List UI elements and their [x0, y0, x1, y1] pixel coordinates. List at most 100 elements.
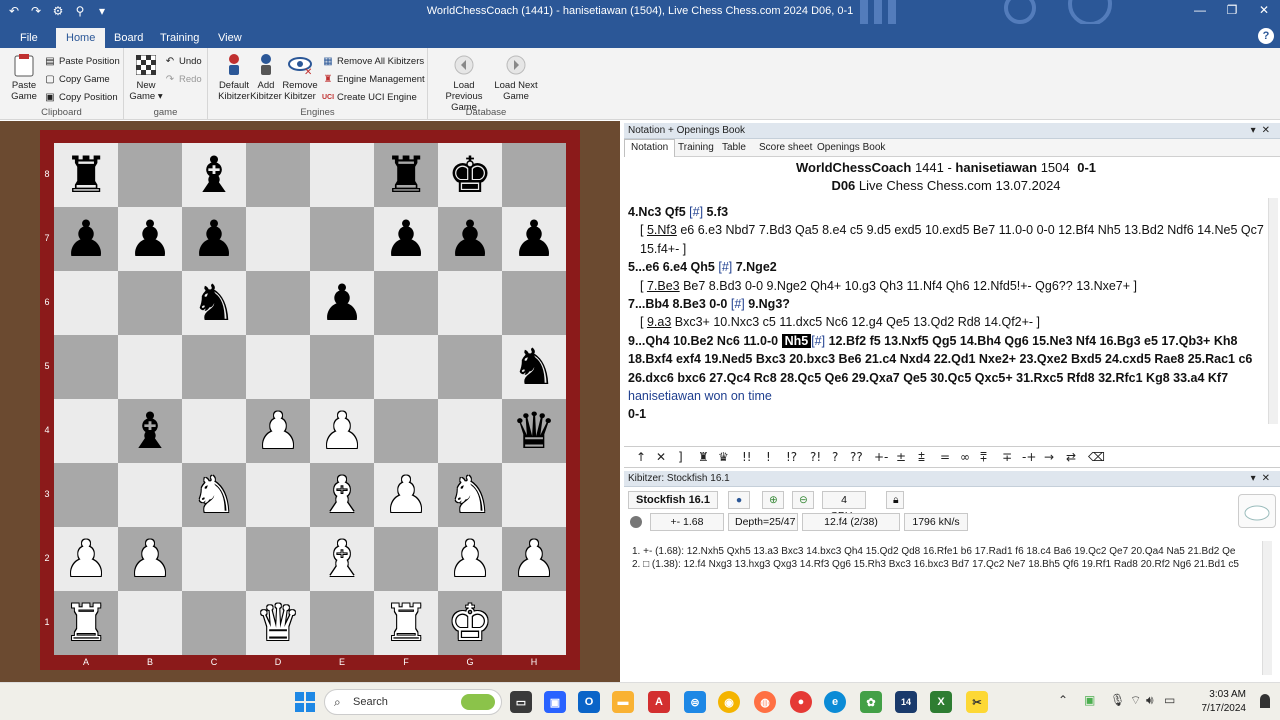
app-icon[interactable]: ✿ — [860, 691, 882, 713]
copy-position-button[interactable]: ▣ Copy Position — [44, 90, 117, 106]
annotation-symbol-button[interactable]: → — [1044, 450, 1054, 464]
variation-move[interactable]: 9.a3 — [647, 315, 671, 329]
zoom-out-icon[interactable]: ⊖ — [792, 491, 814, 509]
move-line[interactable]: 7.Nge2 — [736, 260, 777, 274]
square-a6[interactable] — [54, 271, 118, 335]
square-g1[interactable]: ♚ — [438, 591, 502, 655]
square-h1[interactable] — [502, 591, 566, 655]
screen-recorder-icon[interactable]: ● — [790, 691, 812, 713]
redo-button[interactable]: ↷ Redo — [164, 72, 202, 88]
square-d2[interactable] — [246, 527, 310, 591]
square-g8[interactable]: ♚ — [438, 143, 502, 207]
cloud-button[interactable] — [1238, 494, 1276, 528]
square-c5[interactable] — [182, 335, 246, 399]
annotation-symbol-button[interactable]: ∞ — [960, 450, 970, 464]
copy-game-button[interactable]: ▢ Copy Game — [44, 72, 109, 88]
move-list[interactable]: 4.Nc3 Qf5 [#] 5.f3 [ 5.Nf3 e6 6.e3 Nbd7 … — [628, 203, 1264, 424]
square-h4[interactable]: ♛ — [502, 399, 566, 463]
square-e4[interactable]: ♟ — [310, 399, 374, 463]
square-f6[interactable] — [374, 271, 438, 335]
annotation-symbol-button[interactable]: ♜ — [698, 450, 709, 464]
square-g5[interactable] — [438, 335, 502, 399]
square-b8[interactable] — [118, 143, 182, 207]
annotation-symbol-button[interactable]: +- — [874, 450, 888, 464]
undo-button[interactable]: ↶ Undo — [164, 54, 202, 70]
fritz-icon[interactable]: 14 — [895, 691, 917, 713]
white-knight-icon[interactable]: ♞ — [448, 470, 493, 520]
square-f8[interactable]: ♜ — [374, 143, 438, 207]
volume-icon[interactable]: 🔊︎ — [1146, 693, 1154, 708]
tab-board[interactable]: Board — [104, 28, 153, 48]
white-pawn-icon[interactable]: ♟ — [64, 534, 109, 584]
engine-name[interactable]: Stockfish 16.1 — [628, 491, 718, 509]
square-b7[interactable]: ♟ — [118, 207, 182, 271]
square-b1[interactable] — [118, 591, 182, 655]
tab-training[interactable]: Training — [150, 28, 209, 48]
chrome-icon[interactable]: ◉ — [718, 691, 740, 713]
microphone-icon[interactable]: 🎙︎ — [1110, 693, 1125, 707]
pane-close-icon[interactable]: ✕ — [1262, 125, 1276, 136]
close-button[interactable]: ✕ — [1248, 0, 1280, 20]
annotation-symbol-button[interactable]: ✕ — [656, 450, 666, 464]
white-bishop-icon[interactable]: ♝ — [320, 534, 365, 584]
engine-settings-icon[interactable]: ● — [728, 491, 750, 509]
subtab-table[interactable]: Table — [722, 142, 746, 153]
black-knight-icon[interactable]: ♞ — [192, 278, 237, 328]
move-line[interactable]: 4.Nc3 Qf5 — [628, 205, 686, 219]
tray-app-icon[interactable]: ▣ — [1084, 693, 1095, 707]
white-bishop-icon[interactable]: ♝ — [320, 470, 365, 520]
square-f2[interactable] — [374, 527, 438, 591]
square-f3[interactable]: ♟ — [374, 463, 438, 527]
annotation-symbol-button[interactable]: ± — [896, 450, 906, 464]
current-move[interactable]: Nh5 — [781, 333, 812, 348]
black-knight-icon[interactable]: ♞ — [512, 342, 557, 392]
square-b3[interactable] — [118, 463, 182, 527]
square-e7[interactable] — [310, 207, 374, 271]
square-b6[interactable] — [118, 271, 182, 335]
chess-board[interactable]: ♜ ♝ ♜ ♚ ♟ ♟ ♟ ♟ ♟ ♟ ♞ ♟ ♞ ♝ ♟ ♟ ♛ ♞ ♝ ♟ ♞ ♟ ♟ ♝ ♟ ♟ ♜ ♛ ♜ ♚ — [54, 143, 566, 655]
pane-close-icon[interactable]: ✕ — [1262, 473, 1276, 484]
white-king-icon[interactable]: ♚ — [448, 598, 493, 648]
square-f4[interactable] — [374, 399, 438, 463]
square-c2[interactable] — [182, 527, 246, 591]
excel-icon[interactable]: X — [930, 691, 952, 713]
kibitzer-scrollbar[interactable] — [1262, 541, 1272, 675]
white-rook-icon[interactable]: ♜ — [384, 598, 429, 648]
annotation-symbol-button[interactable]: ↑ — [636, 450, 646, 464]
square-g3[interactable]: ♞ — [438, 463, 502, 527]
square-a1[interactable]: ♜ — [54, 591, 118, 655]
black-pawn-icon[interactable]: ♟ — [320, 278, 365, 328]
square-c6[interactable]: ♞ — [182, 271, 246, 335]
move-line[interactable]: 9...Qh4 10.Be2 Nc6 11.0-0 — [628, 334, 782, 348]
annotation-symbol-button[interactable]: ] — [678, 450, 683, 464]
engine-management-button[interactable]: ♜ Engine Management — [322, 72, 425, 88]
maximize-button[interactable]: ❐ — [1216, 0, 1248, 20]
square-d3[interactable] — [246, 463, 310, 527]
square-b4[interactable]: ♝ — [118, 399, 182, 463]
square-a2[interactable]: ♟ — [54, 527, 118, 591]
edge-icon[interactable]: e — [824, 691, 846, 713]
battery-icon[interactable]: ▭ — [1164, 693, 1175, 707]
white-rook-icon[interactable]: ♜ — [64, 598, 109, 648]
square-d1[interactable]: ♛ — [246, 591, 310, 655]
start-icon[interactable] — [294, 691, 316, 713]
variation-line[interactable]: Bxc3+ 10.Nxc3 c5 11.dxc5 Nc6 12.g4 Qe5 1… — [671, 315, 1040, 329]
engine-status-icon[interactable] — [630, 516, 642, 528]
engine-line-1[interactable]: 1. +- (1.68): 12.Nxh5 Qxh5 13.a3 Bxc3 14… — [632, 545, 1260, 558]
square-d4[interactable]: ♟ — [246, 399, 310, 463]
square-c7[interactable]: ♟ — [182, 207, 246, 271]
black-rook-icon[interactable]: ♜ — [64, 150, 109, 200]
black-king-icon[interactable]: ♚ — [448, 150, 493, 200]
move-line[interactable]: 7...Bb4 8.Be3 0-0 — [628, 297, 727, 311]
annotation-symbol-button[interactable]: ?? — [850, 450, 863, 464]
white-knight-icon[interactable]: ♞ — [192, 470, 237, 520]
black-rook-icon[interactable]: ♜ — [384, 150, 429, 200]
load-next-game-button[interactable]: Load Next Game — [492, 52, 540, 102]
square-a3[interactable] — [54, 463, 118, 527]
annotation-symbol-button[interactable]: ?! — [810, 450, 821, 464]
notation-scrollbar[interactable] — [1268, 198, 1278, 424]
square-a4[interactable] — [54, 399, 118, 463]
annotation-symbol-button[interactable]: ∓ — [1002, 450, 1012, 464]
notification-icon[interactable] — [1260, 694, 1270, 708]
square-b2[interactable]: ♟ — [118, 527, 182, 591]
